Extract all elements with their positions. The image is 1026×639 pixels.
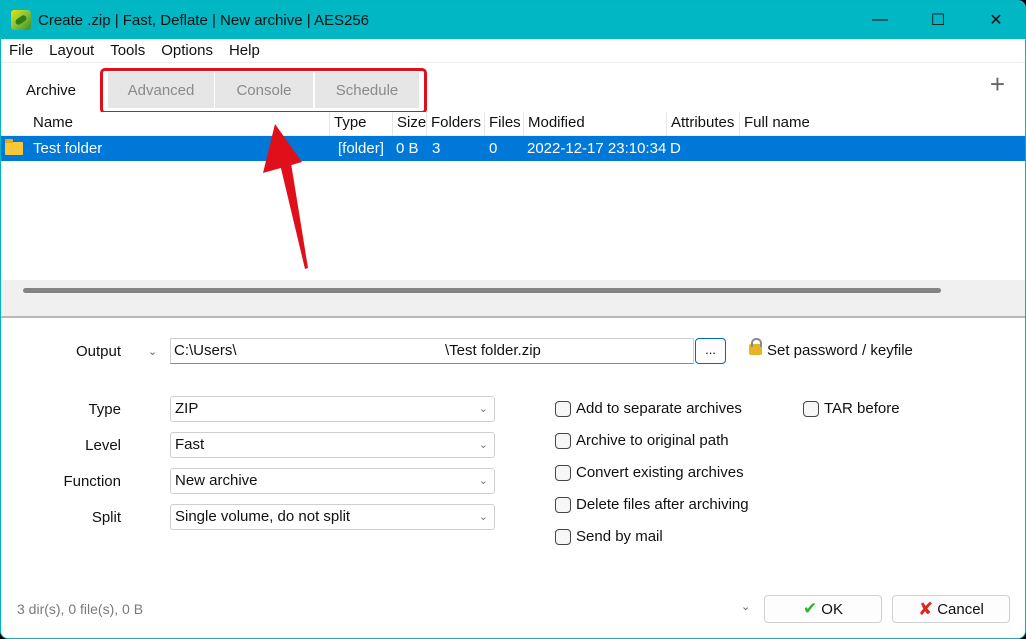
- set-password-link[interactable]: Set password / keyfile: [767, 342, 913, 359]
- chevron-down-icon: ⌄: [478, 439, 488, 451]
- column-folders[interactable]: Folders: [426, 112, 484, 136]
- checkbox-label: Send by mail: [576, 528, 663, 545]
- folder-icon: [5, 139, 23, 155]
- output-history-chevron-icon[interactable]: ⌄: [148, 345, 157, 358]
- output-path-start: C:\Users\: [174, 342, 237, 359]
- minimize-icon: —: [872, 11, 888, 28]
- checkbox-add-to-separate-archives[interactable]: Add to separate archives: [555, 400, 742, 417]
- menu-file[interactable]: File: [1, 42, 41, 59]
- window-title: Create .zip | Fast, Deflate | New archiv…: [38, 11, 370, 29]
- checkbox-box[interactable]: [555, 496, 571, 513]
- column-modified[interactable]: Modified: [523, 112, 666, 136]
- cell-type: [folder]: [338, 140, 384, 157]
- ok-button[interactable]: ✔ OK: [764, 595, 882, 623]
- file-list: Name Type Size Folders Files Modified At…: [1, 112, 1025, 280]
- cell-name: Test folder: [33, 140, 103, 157]
- options-panel: Output ⌄ C:\Users\ \Test folder.zip ... …: [1, 318, 1025, 638]
- column-name[interactable]: Name: [29, 112, 329, 136]
- cell-attributes: D: [670, 140, 681, 157]
- lock-icon: [749, 338, 762, 355]
- cancel-button[interactable]: ✘ Cancel: [892, 595, 1010, 623]
- checkbox-box[interactable]: [555, 400, 571, 417]
- add-tab-button[interactable]: +: [990, 69, 1005, 100]
- checkbox-label: Delete files after archiving: [576, 496, 749, 513]
- split-label: Split: [91, 509, 121, 526]
- menu-layout[interactable]: Layout: [41, 42, 102, 59]
- cell-size: 0 B: [396, 140, 419, 157]
- cross-icon: ✘: [918, 598, 934, 619]
- output-label: Output: [76, 343, 122, 360]
- checkbox-convert-existing-archives[interactable]: Convert existing archives: [555, 464, 744, 481]
- column-full-name[interactable]: Full name: [739, 112, 939, 136]
- window-controls: — ☐ ✕: [851, 1, 1025, 39]
- peazip-app-icon: [11, 10, 31, 30]
- checkbox-box[interactable]: [803, 400, 819, 417]
- checkbox-box[interactable]: [555, 464, 571, 481]
- horizontal-scrollbar[interactable]: [23, 288, 941, 293]
- output-path-end: \Test folder.zip: [445, 342, 541, 359]
- close-icon: ✕: [989, 12, 1003, 29]
- checkbox-box[interactable]: [555, 432, 571, 449]
- checkbox-tar-before[interactable]: TAR before: [803, 400, 900, 417]
- table-row[interactable]: Test folder [folder] 0 B 3 0 2022-12-17 …: [1, 136, 1025, 161]
- plus-icon: +: [989, 69, 1005, 99]
- panel-splitter[interactable]: [1, 280, 1025, 318]
- checkbox-delete-files-after-archiving[interactable]: Delete files after archiving: [555, 496, 749, 513]
- minimize-button[interactable]: —: [851, 1, 909, 39]
- checkbox-archive-to-original-path[interactable]: Archive to original path: [555, 432, 729, 449]
- split-select[interactable]: Single volume, do not split ⌄: [170, 504, 495, 530]
- split-value: Single volume, do not split: [175, 508, 351, 525]
- chevron-down-icon: ⌄: [478, 475, 488, 487]
- level-select[interactable]: Fast ⌄: [170, 432, 495, 458]
- ok-label: OK: [821, 600, 843, 618]
- column-type[interactable]: Type: [329, 112, 392, 136]
- column-size[interactable]: Size: [392, 112, 426, 136]
- checkmark-icon: ✔: [803, 599, 818, 618]
- menu-help[interactable]: Help: [221, 42, 268, 59]
- checkbox-send-by-mail[interactable]: Send by mail: [555, 528, 663, 545]
- checkbox-label: TAR before: [824, 400, 900, 417]
- archive-window: Create .zip | Fast, Deflate | New archiv…: [0, 0, 1026, 639]
- cell-folders: 3: [432, 140, 441, 157]
- menu-tools[interactable]: Tools: [102, 42, 153, 59]
- cell-files: 0: [489, 140, 498, 157]
- checkbox-label: Add to separate archives: [576, 400, 742, 417]
- checkbox-box[interactable]: [555, 528, 571, 545]
- maximize-button[interactable]: ☐: [909, 1, 967, 39]
- output-path-input[interactable]: C:\Users\ \Test folder.zip: [170, 338, 694, 364]
- title-bar: Create .zip | Fast, Deflate | New archiv…: [1, 1, 1025, 39]
- column-attributes[interactable]: Attributes: [666, 112, 739, 136]
- checkbox-label: Archive to original path: [576, 432, 729, 449]
- column-headers: Name Type Size Folders Files Modified At…: [1, 112, 1025, 136]
- browse-button[interactable]: ...: [695, 338, 726, 364]
- type-select[interactable]: ZIP ⌄: [170, 396, 495, 422]
- close-button[interactable]: ✕: [967, 1, 1025, 39]
- menu-bar: File Layout Tools Options Help: [1, 39, 1025, 63]
- chevron-down-icon: ⌄: [478, 403, 488, 415]
- tab-archive[interactable]: Archive: [15, 72, 87, 108]
- function-select[interactable]: New archive ⌄: [170, 468, 495, 494]
- checkbox-label: Convert existing archives: [576, 464, 744, 481]
- maximize-icon: ☐: [930, 12, 946, 29]
- status-text: 3 dir(s), 0 file(s), 0 B: [17, 601, 144, 617]
- type-value: ZIP: [175, 400, 199, 417]
- annotation-highlight-box: [100, 68, 427, 114]
- cancel-label: Cancel: [937, 600, 984, 618]
- more-options-chevron-icon[interactable]: ⌄: [741, 600, 750, 613]
- cell-modified: 2022-12-17 23:10:34: [527, 140, 667, 157]
- level-value: Fast: [175, 436, 205, 453]
- function-label: Function: [63, 473, 121, 490]
- type-label: Type: [88, 401, 121, 418]
- menu-options[interactable]: Options: [153, 42, 221, 59]
- function-value: New archive: [175, 472, 258, 489]
- level-label: Level: [85, 437, 121, 454]
- chevron-down-icon: ⌄: [478, 511, 488, 523]
- column-files[interactable]: Files: [484, 112, 523, 136]
